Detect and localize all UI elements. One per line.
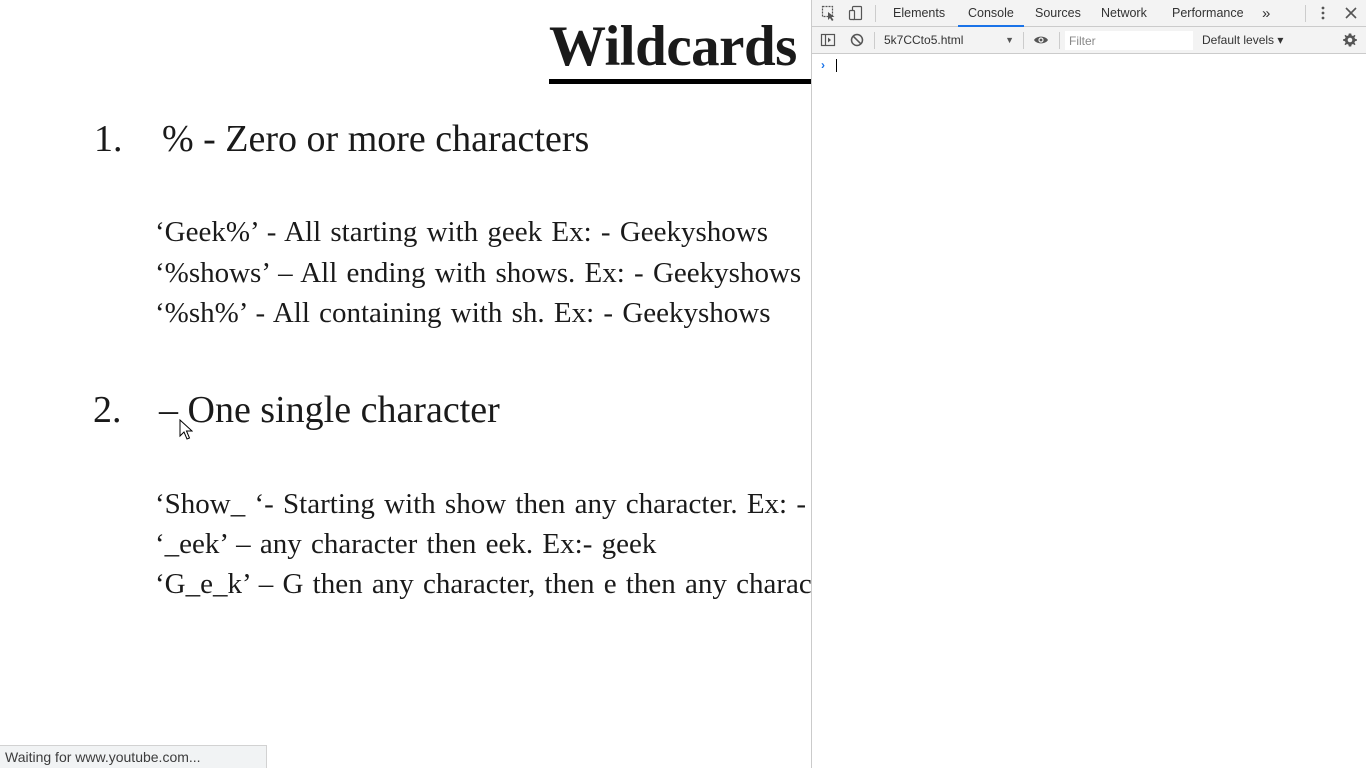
tab-performance[interactable]: Performance xyxy=(1172,0,1244,27)
section-2-number: 2. xyxy=(93,389,122,431)
section-1-number: 1. xyxy=(94,118,123,160)
slide-title: Wildcards xyxy=(549,15,797,78)
section-2-line-3: ‘G_e_k’ – G then any character, then e t… xyxy=(155,568,811,600)
log-levels-dropdown[interactable]: Default levels ▾ xyxy=(1202,32,1283,49)
section-2-heading: – One single character xyxy=(159,389,500,431)
device-toolbar-icon[interactable] xyxy=(848,5,864,21)
kebab-menu-icon[interactable] xyxy=(1315,5,1331,21)
tab-separator xyxy=(1305,5,1306,22)
section-2-line-2: ‘_eek’ – any character then eek. Ex:- ge… xyxy=(155,528,657,560)
console-output[interactable]: › xyxy=(812,54,1366,768)
section-1-line-3: ‘%sh%’ - All containing with sh. Ex: - G… xyxy=(155,297,771,329)
inspect-element-icon[interactable] xyxy=(821,5,837,21)
tab-elements[interactable]: Elements xyxy=(893,0,945,27)
console-toolbar: 5k7CCto5.html ▼ Default levels ▾ xyxy=(812,27,1366,54)
chevron-down-icon: ▼ xyxy=(1005,35,1014,45)
section-2-line-1: ‘Show_ ‘- Starting with show then any ch… xyxy=(155,488,807,520)
devtools-tab-bar: Elements Console Sources Network Perform… xyxy=(812,0,1366,27)
settings-gear-icon[interactable] xyxy=(1342,32,1358,48)
section-1-line-1: ‘Geek%’ - All starting with geek Ex: - G… xyxy=(155,216,769,248)
toolbar-separator xyxy=(1023,32,1024,49)
toolbar-separator xyxy=(1059,32,1060,49)
tab-console[interactable]: Console xyxy=(958,0,1024,27)
page-viewport: Wildcards 1. % - Zero or more characters… xyxy=(0,0,811,768)
more-tabs-icon[interactable]: » xyxy=(1262,0,1270,27)
toolbar-separator xyxy=(874,32,875,49)
devtools-panel: Elements Console Sources Network Perform… xyxy=(811,0,1366,768)
context-selector[interactable]: 5k7CCto5.html ▼ xyxy=(884,32,1014,49)
console-input-caret xyxy=(836,59,837,72)
context-selector-value: 5k7CCto5.html xyxy=(884,33,964,47)
live-expression-eye-icon[interactable] xyxy=(1033,32,1049,48)
tab-sources[interactable]: Sources xyxy=(1035,0,1081,27)
sidebar-toggle-icon[interactable] xyxy=(820,32,836,48)
title-underline xyxy=(549,79,811,84)
status-bar: Waiting for www.youtube.com... xyxy=(0,745,267,768)
console-prompt-icon: › xyxy=(821,58,825,72)
section-1-heading: % - Zero or more characters xyxy=(162,118,590,160)
close-icon[interactable] xyxy=(1343,5,1359,21)
filter-input[interactable] xyxy=(1065,31,1193,50)
clear-console-icon[interactable] xyxy=(849,32,865,48)
mouse-cursor-icon xyxy=(179,419,193,440)
section-1-line-2: ‘%shows’ – All ending with shows. Ex: - … xyxy=(155,257,802,289)
tab-separator xyxy=(875,5,876,22)
tab-network[interactable]: Network xyxy=(1101,0,1147,27)
